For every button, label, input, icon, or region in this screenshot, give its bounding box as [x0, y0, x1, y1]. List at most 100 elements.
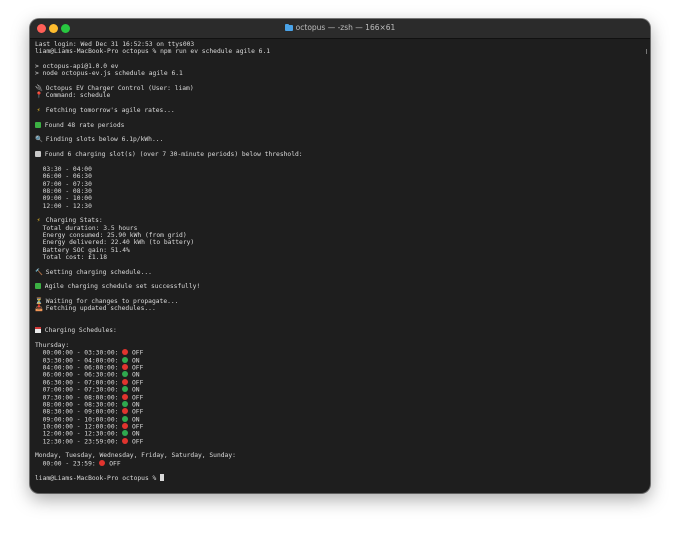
terminal-line: ⚡ Charging Stats:	[35, 217, 644, 224]
terminal-line: 06:00 - 06:30	[35, 173, 644, 180]
status-label: ON	[128, 430, 140, 438]
terminal-line: Agile charging schedule set successfully…	[35, 283, 644, 290]
bolt-icon: ⚡	[36, 107, 41, 115]
terminal-line-text: liam@Liams-MacBook-Pro octopus %	[35, 475, 161, 483]
terminal-line-text: Total duration: 3.5 hours	[35, 224, 138, 232]
terminal-line-text: Thursday:	[35, 342, 70, 350]
terminal-line: 03:30 - 04:00	[35, 166, 644, 173]
terminal-line: 🔍 Finding slots below 6.1p/kWh...	[35, 136, 644, 143]
mag-icon: 🔍	[35, 136, 43, 144]
terminal-line-text: Agile charging schedule set successfully…	[41, 283, 201, 291]
terminal-output[interactable]: Last login: Wed Dec 31 16:52:53 on ttys0…	[35, 41, 644, 489]
terminal-line: 06:30:00 - 07:00:00: OFF	[35, 378, 644, 386]
terminal-line-text: Fetching updated schedules...	[42, 305, 156, 313]
terminal-line-text: Energy delivered: 22.40 kWh (to battery)	[35, 239, 195, 247]
terminal-line: 08:30:00 - 09:00:00: OFF	[35, 408, 644, 416]
terminal-line: Last login: Wed Dec 31 16:52:53 on ttys0…	[35, 41, 644, 48]
terminal-line: Found 48 rate periods	[35, 121, 644, 129]
terminal-line-text: 07:00:00 - 07:30:00:	[35, 386, 123, 394]
status-label: OFF	[128, 438, 144, 446]
terminal-line-text: Waiting for changes to propagate...	[42, 298, 179, 306]
terminal-line-text: 03:30 - 04:00	[35, 165, 92, 173]
terminal-line: 04:00:00 - 06:00:00: OFF	[35, 364, 644, 372]
text-cursor	[160, 474, 165, 482]
terminal-line-text: 00:00 - 23:59:	[35, 460, 100, 468]
terminal-line: Total cost: £1.18	[35, 254, 644, 261]
terminal-line-text: 12:00 - 12:30	[35, 202, 92, 210]
terminal-line: Energy consumed: 25.90 kWh (from grid)	[35, 232, 644, 239]
scrollbar-indicator[interactable]	[646, 49, 647, 54]
terminal-line-text: 07:30:00 - 08:00:00:	[35, 394, 123, 401]
terminal-line-text: > octopus-api@1.0.0 ev	[35, 63, 119, 71]
terminal-line: Battery SOC gain: 51.4%	[35, 247, 644, 254]
terminal-line-text: 07:00 - 07:30	[35, 180, 92, 188]
terminal-line: Charging Schedules:	[35, 327, 644, 334]
terminal-line-text: 12:30:00 - 23:59:00:	[35, 438, 123, 446]
terminal-line: Thursday:	[35, 342, 644, 349]
status-label: OFF	[105, 460, 121, 468]
status-label: OFF	[128, 394, 144, 401]
terminal-line: 00:00:00 - 03:30:00: OFF	[35, 349, 644, 357]
terminal-line-text: Setting charging schedule...	[42, 268, 152, 276]
terminal-line: 📍 Command: schedule	[35, 92, 644, 99]
terminal-line-text: 09:00 - 10:00	[35, 195, 92, 203]
terminal-line-text: 06:00:00 - 06:30:00:	[35, 371, 123, 379]
terminal-line-text: 08:00 - 08:30	[35, 187, 92, 195]
terminal-line-text: Total cost: £1.18	[35, 253, 108, 261]
terminal-line-text: Battery SOC gain: 51.4%	[35, 246, 130, 254]
terminal-line-text: 08:30:00 - 09:00:00:	[35, 408, 123, 416]
terminal-line-text: Charging Stats:	[42, 217, 103, 225]
terminal-line: 07:00:00 - 07:30:00: ON	[35, 386, 644, 394]
terminal-line-text: Found 48 rate periods	[41, 121, 125, 129]
terminal-line: ⚡ Fetching tomorrow's agile rates...	[35, 107, 644, 114]
terminal-line-text: Energy consumed: 25.90 kWh (from grid)	[35, 231, 187, 239]
terminal-line-text: Command: schedule	[42, 92, 111, 100]
terminal-line: 08:00:00 - 08:30:00: ON	[35, 400, 644, 408]
terminal-line-text: 12:00:00 - 12:30:00:	[35, 430, 123, 438]
terminal-line-text: 00:00:00 - 03:30:00:	[35, 349, 123, 357]
pin-icon: 📍	[35, 92, 43, 100]
terminal-line-text: Found 6 charging slot(s) (over 7 30-minu…	[41, 151, 303, 159]
title-bar: octopus — -zsh — 166×61	[30, 19, 650, 39]
terminal-line-text: Charging Schedules:	[41, 327, 117, 335]
status-label: OFF	[128, 408, 144, 416]
terminal-line-text: Fetching tomorrow's agile rates...	[42, 107, 175, 115]
terminal-line: 🔌 Octopus EV Charger Control (User: liam…	[35, 85, 644, 92]
status-label: OFF	[128, 349, 144, 357]
terminal-line-text: Finding slots below 6.1p/kWh...	[42, 136, 164, 144]
terminal-line: 07:30:00 - 08:00:00: OFF	[35, 393, 644, 401]
terminal-line: 12:00:00 - 12:30:00: ON	[35, 430, 644, 438]
terminal-line: 🔨 Setting charging schedule...	[35, 269, 644, 276]
inbox-icon: 📥	[35, 305, 43, 313]
terminal-line: 07:00 - 07:30	[35, 181, 644, 188]
terminal-line: Monday, Tuesday, Wednesday, Friday, Satu…	[35, 452, 644, 459]
hammer-icon: 🔨	[35, 268, 43, 276]
status-label: ON	[128, 371, 140, 379]
terminal-line: > octopus-api@1.0.0 ev	[35, 63, 644, 70]
terminal-line-text: Last login: Wed Dec 31 16:52:53 on ttys0…	[35, 41, 195, 48]
window-title: octopus — -zsh — 166×61	[295, 23, 396, 32]
terminal-line: Energy delivered: 22.40 kWh (to battery)	[35, 239, 644, 246]
terminal-line-text: Octopus EV Charger Control (User: liam)	[42, 85, 194, 93]
status-label: ON	[128, 416, 140, 424]
terminal-line-text: Monday, Tuesday, Wednesday, Friday, Satu…	[35, 452, 236, 460]
bolt-icon: ⚡	[36, 217, 41, 225]
folder-icon	[284, 24, 293, 31]
terminal-line-text: > node octopus-ev.js schedule agile 6.1	[35, 70, 183, 78]
terminal-line-text: 09:00:00 - 10:00:00:	[35, 416, 123, 424]
